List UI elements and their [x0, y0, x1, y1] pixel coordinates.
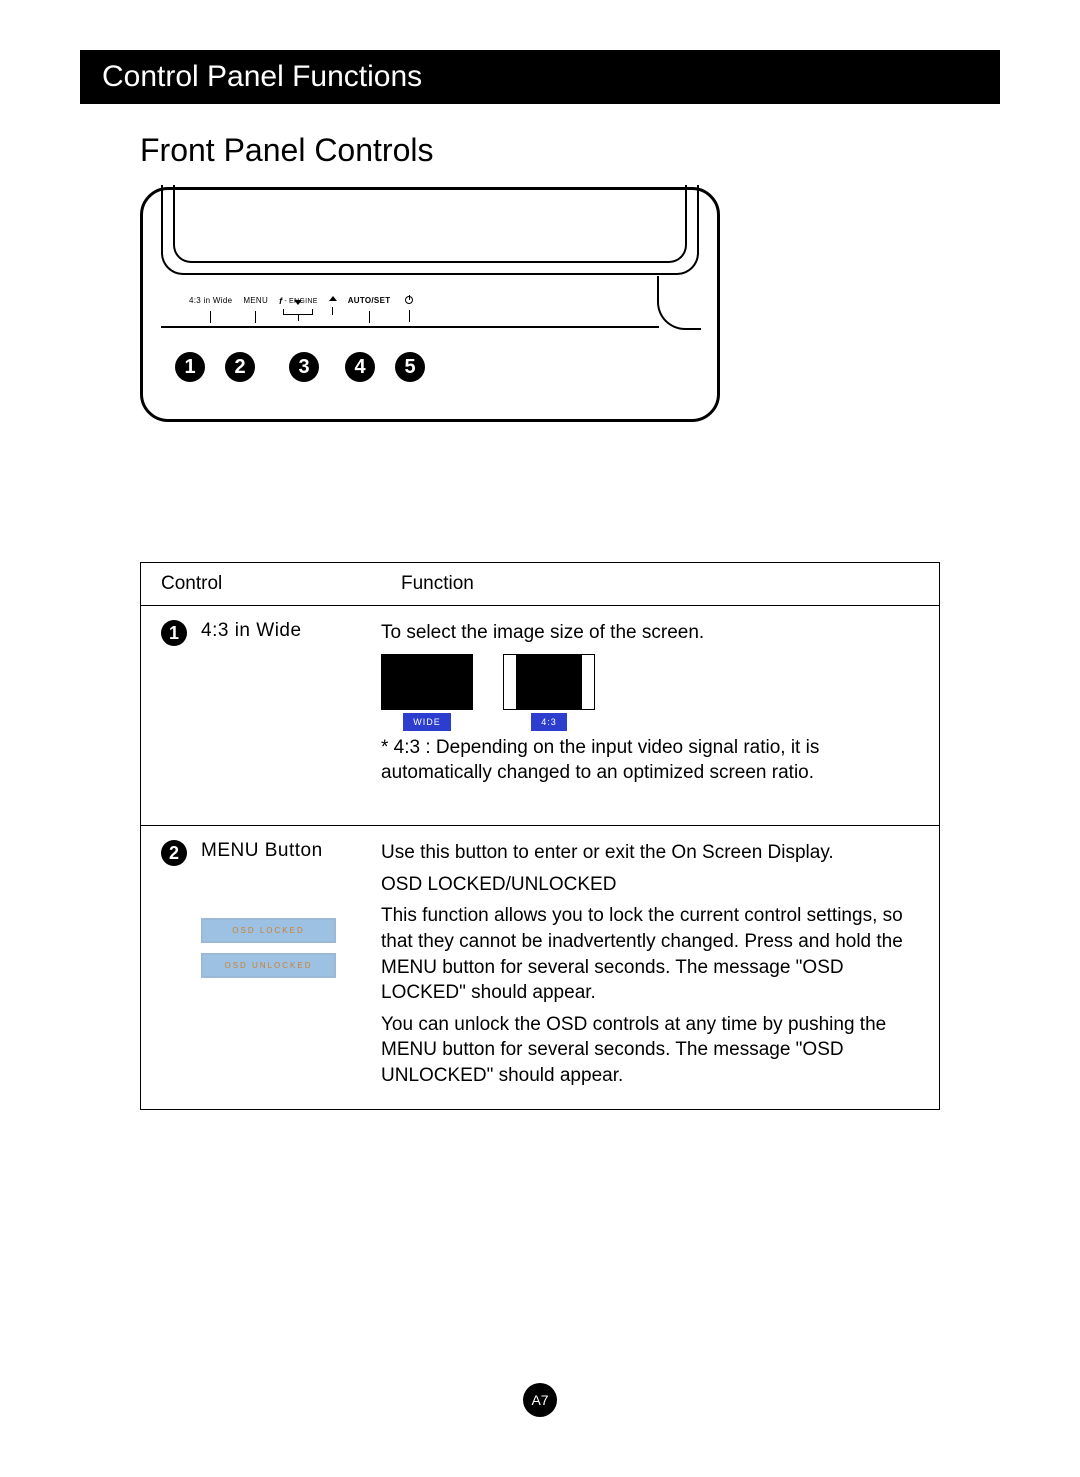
controls-table: Control Function 1 4:3 in Wide To select…	[140, 562, 940, 1110]
panel-btn-up	[329, 296, 337, 323]
aspect-ratio-illustrations: WIDE 4:3	[381, 654, 919, 731]
table-header: Control Function	[141, 563, 939, 606]
control-name: MENU Button	[201, 840, 381, 862]
panel-btn-power	[405, 296, 413, 323]
panel-btn-autoset: AUTO/SET	[348, 296, 391, 323]
triangle-down-icon	[294, 300, 302, 305]
fn-text: Use this button to enter or exit the On …	[381, 840, 919, 866]
function-desc: Use this button to enter or exit the On …	[381, 840, 919, 1095]
panel-btn-engine-group: f - ENGINE	[279, 296, 318, 323]
callout-4: 4	[345, 352, 375, 382]
control-name: 4:3 in Wide	[201, 620, 381, 811]
fn-text: To select the image size of the screen.	[381, 620, 919, 646]
monitor-wide-icon	[381, 654, 473, 710]
fn-note: * 4:3 : Depending on the input video sig…	[381, 735, 919, 786]
row-callout-2: 2	[161, 840, 187, 866]
panel-btn-43wide-label: 4:3 in Wide	[189, 296, 232, 305]
osd-locked-badge: OSD LOCKED	[201, 918, 336, 943]
screen-inner-frame	[173, 185, 687, 263]
page-header-bar: Control Panel Functions	[80, 50, 1000, 104]
callout-1: 1	[175, 352, 205, 382]
fn-heading: OSD LOCKED/UNLOCKED	[381, 872, 919, 898]
f-italic-icon: f	[279, 296, 282, 306]
table-header-control: Control	[141, 563, 381, 605]
engine-prefix: -	[284, 298, 287, 305]
panel-button-labels: 4:3 in Wide MENU f - ENGINE	[189, 296, 699, 323]
callout-numbers: 1 2 3 4 5	[175, 352, 425, 382]
panel-btn-menu: MENU	[243, 296, 268, 323]
power-icon	[405, 296, 413, 304]
page-number-badge: A7	[523, 1383, 557, 1417]
monitor-43-icon	[503, 654, 595, 710]
aspect-label-wide: WIDE	[403, 713, 451, 731]
leader-line	[255, 311, 256, 323]
aspect-label-43: 4:3	[531, 713, 567, 731]
callout-5: 5	[395, 352, 425, 382]
function-desc: To select the image size of the screen. …	[381, 620, 919, 811]
table-row: 1 4:3 in Wide To select the image size o…	[141, 606, 939, 826]
row-callout-1: 1	[161, 620, 187, 646]
leader-line	[210, 311, 211, 323]
table-row: 2 MENU Button OSD LOCKED OSD UNLOCKED Us…	[141, 826, 939, 1109]
subtitle: Front Panel Controls	[140, 132, 1000, 169]
front-panel-diagram: 4:3 in Wide MENU f - ENGINE	[140, 187, 720, 422]
panel-btn-engine-label: ENGINE	[289, 298, 318, 305]
leader-line	[298, 315, 299, 321]
page-header-title: Control Panel Functions	[102, 60, 422, 93]
monitor-bezel: 4:3 in Wide MENU f - ENGINE	[161, 188, 699, 338]
control-col: MENU Button OSD LOCKED OSD UNLOCKED	[201, 840, 381, 1095]
callout-3: 3	[289, 352, 319, 382]
fn-paragraph: This function allows you to lock the cur…	[381, 903, 919, 1006]
callout-2: 2	[225, 352, 255, 382]
aspect-43: 4:3	[503, 654, 595, 731]
aspect-wide: WIDE	[381, 654, 473, 731]
row-number-col: 2	[161, 840, 201, 1095]
panel-btn-autoset-label: AUTO/SET	[348, 296, 391, 305]
tri-icons	[294, 300, 302, 305]
row-number-col: 1	[161, 620, 201, 811]
fn-paragraph: You can unlock the OSD controls at any t…	[381, 1012, 919, 1089]
leader-line	[369, 311, 370, 323]
page-number: A7	[531, 1392, 548, 1408]
panel-btn-menu-label: MENU	[243, 296, 268, 305]
triangle-up-icon	[329, 296, 337, 301]
leader-line	[332, 307, 333, 315]
panel-btn-43wide: 4:3 in Wide	[189, 296, 232, 323]
osd-unlocked-badge: OSD UNLOCKED	[201, 953, 336, 978]
osd-status-boxes: OSD LOCKED OSD UNLOCKED	[201, 918, 381, 978]
leader-line	[409, 310, 410, 322]
table-header-function: Function	[381, 563, 939, 605]
